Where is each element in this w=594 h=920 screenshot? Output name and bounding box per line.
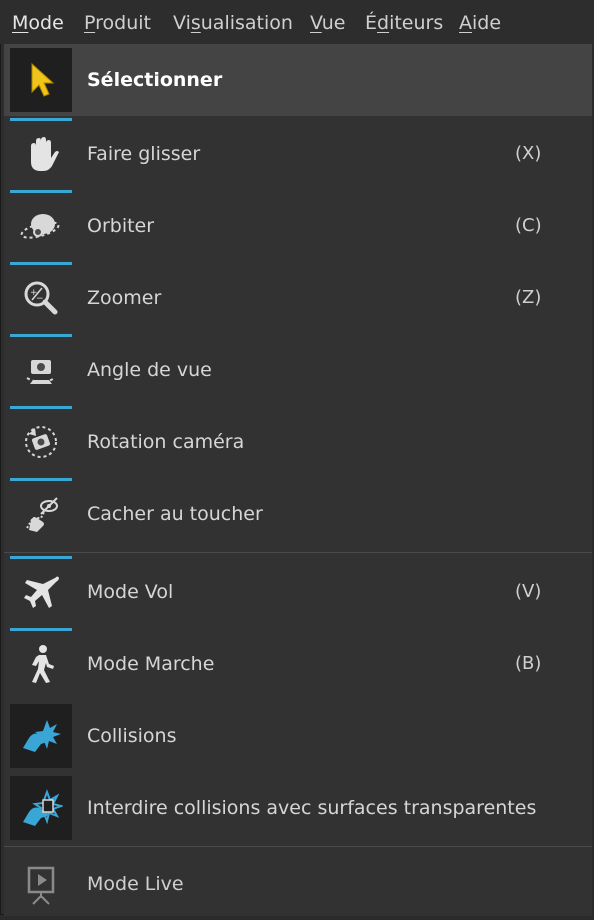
menu-item-label: Collisions [87, 725, 177, 747]
menu-item-interdire-collisions[interactable]: Interdire collisions avec surfaces trans… [4, 772, 592, 844]
menu-item-label: Cacher au toucher [87, 503, 263, 525]
collision-icon [10, 704, 72, 768]
svg-text:−: − [36, 294, 44, 304]
toggle-indicator [10, 334, 72, 337]
toggle-indicator [10, 556, 72, 559]
camera-rotate-icon [10, 410, 72, 474]
toggle-indicator [10, 190, 72, 193]
menu-separator [4, 552, 592, 553]
mode-dropdown-menu: Sélectionner Faire glisser (X) Orbiter (… [4, 44, 592, 916]
toggle-indicator [10, 406, 72, 409]
menu-item-label: Mode Marche [87, 653, 215, 675]
menu-aide[interactable]: Aide [459, 12, 501, 34]
hand-icon [10, 122, 72, 186]
menu-item-label: Orbiter [87, 215, 155, 237]
shortcut-label: (B) [515, 653, 542, 674]
menu-item-mode-live[interactable]: Mode Live [4, 848, 592, 920]
walking-person-icon [10, 632, 72, 696]
toggle-indicator [10, 478, 72, 481]
airplane-icon [10, 560, 72, 624]
camera-angle-icon [10, 338, 72, 402]
menu-item-angle-de-vue[interactable]: Angle de vue [4, 334, 592, 406]
menu-item-orbiter[interactable]: Orbiter (C) [4, 190, 592, 262]
transparent-collision-icon [10, 776, 72, 840]
menu-item-mode-marche[interactable]: Mode Marche (B) [4, 628, 592, 700]
shortcut-label: (V) [515, 581, 542, 602]
menu-bar: Mode Produit Visualisation Vue Éditeurs … [0, 0, 594, 44]
presentation-play-icon [10, 852, 72, 916]
menu-item-label: Interdire collisions avec surfaces trans… [87, 797, 537, 819]
menu-item-label: Zoomer [87, 287, 162, 309]
menu-item-mode-vol[interactable]: Mode Vol (V) [4, 556, 592, 628]
orbit-icon [10, 194, 72, 258]
menu-item-label: Mode Vol [87, 581, 174, 603]
menu-separator [4, 846, 592, 847]
menu-item-selectionner[interactable]: Sélectionner [4, 44, 592, 116]
menu-mode[interactable]: Mode [12, 12, 64, 34]
menu-item-faire-glisser[interactable]: Faire glisser (X) [4, 118, 592, 190]
menu-item-rotation-camera[interactable]: Rotation caméra [4, 406, 592, 478]
menu-editeurs[interactable]: Éditeurs [365, 12, 443, 34]
menu-produit[interactable]: Produit [84, 12, 151, 34]
menu-item-label: Angle de vue [87, 359, 212, 381]
menu-item-collisions[interactable]: Collisions [4, 700, 592, 772]
shortcut-label: (X) [515, 143, 542, 164]
shortcut-label: (C) [515, 215, 542, 236]
toggle-indicator [10, 262, 72, 265]
menu-item-cacher-au-toucher[interactable]: Cacher au toucher [4, 478, 592, 550]
menu-vue[interactable]: Vue [310, 12, 345, 34]
hide-touch-icon [10, 482, 72, 546]
menu-visualisation[interactable]: Visualisation [173, 12, 293, 34]
menu-item-label: Mode Live [87, 873, 184, 895]
menu-item-label: Sélectionner [87, 69, 223, 91]
toggle-indicator [10, 628, 72, 631]
menu-item-label: Faire glisser [87, 143, 201, 165]
shortcut-label: (Z) [515, 287, 542, 308]
menu-item-zoomer[interactable]: + − Zoomer (Z) [4, 262, 592, 334]
menu-item-label: Rotation caméra [87, 431, 245, 453]
cursor-arrow-icon [10, 48, 72, 112]
zoom-icon: + − [10, 266, 72, 330]
toggle-indicator [10, 118, 72, 121]
